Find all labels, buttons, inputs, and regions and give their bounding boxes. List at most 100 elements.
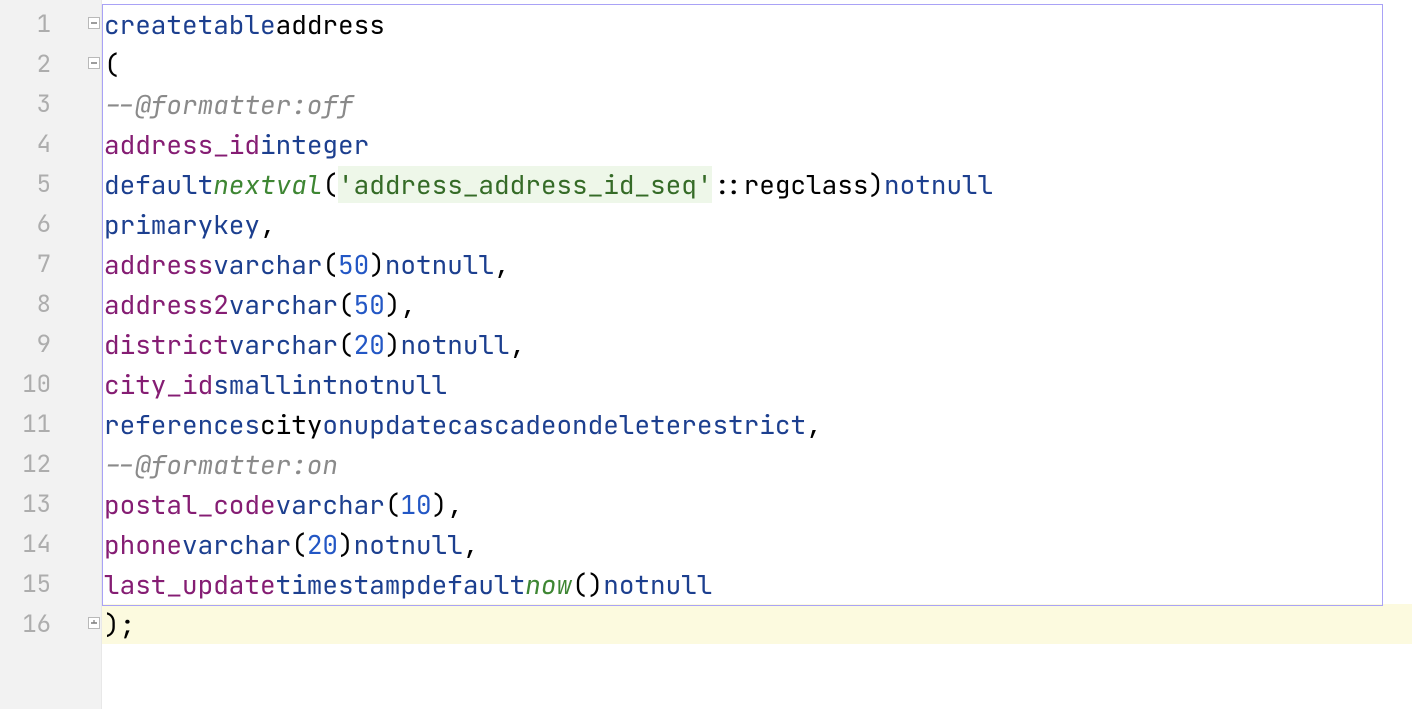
code-line[interactable]: last_update timestamp default now() not …: [102, 564, 1412, 604]
token-kw: null: [447, 327, 509, 362]
line-number: 7: [0, 244, 101, 284]
token-func: now: [525, 567, 572, 602]
token-col: district: [104, 327, 229, 362]
line-number: 16: [0, 604, 101, 644]
token-kw: varchar: [229, 287, 338, 322]
token-kw: delete: [588, 407, 682, 442]
line-number: 12: [0, 444, 101, 484]
line-number-gutter: 12345678910111213141516: [0, 0, 102, 709]
line-number: 1: [0, 4, 101, 44]
code-line[interactable]: address_id integer: [102, 124, 1412, 164]
code-line[interactable]: (: [102, 44, 1412, 84]
token-col: postal_code: [104, 487, 276, 522]
token-ident: address: [276, 7, 385, 42]
token-kw: primary: [104, 207, 213, 242]
token-kw: null: [400, 527, 462, 562]
line-number: 11: [0, 404, 101, 444]
token-kw: update: [354, 407, 448, 442]
token-punc: ): [369, 247, 385, 282]
code-line[interactable]: district varchar(20) not null,: [102, 324, 1412, 364]
token-col: last_update: [104, 567, 276, 602]
code-line[interactable]: create table address: [102, 4, 1412, 44]
fold-collapse-icon[interactable]: [88, 57, 102, 71]
token-punc: ,: [510, 327, 526, 362]
token-kw: references: [104, 407, 260, 442]
token-kw: null: [432, 247, 494, 282]
code-line[interactable]: references city on update cascade on del…: [102, 404, 1412, 444]
token-kw: integer: [260, 127, 369, 162]
line-number: 15: [0, 564, 101, 604]
token-col: address2: [104, 287, 229, 322]
token-kw: not: [884, 167, 931, 202]
code-line[interactable]: default nextval('address_address_id_seq'…: [102, 164, 1412, 204]
token-col: phone: [104, 527, 182, 562]
token-punc: (: [385, 487, 401, 522]
line-number: 5: [0, 164, 101, 204]
token-punc: ,: [260, 207, 276, 242]
line-number: 9: [0, 324, 101, 364]
token-kw: timestamp: [276, 567, 416, 602]
token-kw: not: [400, 327, 447, 362]
token-punc: ,: [463, 527, 479, 562]
token-punc: (: [338, 327, 354, 362]
token-kw: restrict: [681, 407, 806, 442]
token-kw: varchar: [276, 487, 385, 522]
token-func: nextval: [213, 167, 322, 202]
token-punc: ),: [385, 287, 416, 322]
token-num: 10: [400, 487, 431, 522]
line-number: 6: [0, 204, 101, 244]
line-number: 10: [0, 364, 101, 404]
token-kw: varchar: [182, 527, 291, 562]
line-number: 8: [0, 284, 101, 324]
token-punc: (: [104, 47, 120, 82]
token-punc: (: [322, 247, 338, 282]
token-kw: varchar: [213, 247, 322, 282]
token-kw: null: [650, 567, 712, 602]
token-punc: (: [322, 167, 338, 202]
code-line[interactable]: postal_code varchar(10),: [102, 484, 1412, 524]
token-punc: ): [338, 527, 354, 562]
code-line[interactable]: address varchar(50) not null,: [102, 244, 1412, 284]
code-line[interactable]: address2 varchar(50),: [102, 284, 1412, 324]
code-line[interactable]: city_id smallint not null: [102, 364, 1412, 404]
code-line[interactable]: primary key,: [102, 204, 1412, 244]
token-col: city_id: [104, 367, 213, 402]
code-area[interactable]: create table address(--@formatter:off ad…: [102, 0, 1412, 709]
fold-expand-icon[interactable]: [88, 617, 102, 631]
token-kw: default: [416, 567, 525, 602]
token-col: address: [104, 247, 213, 282]
token-num: 50: [354, 287, 385, 322]
token-kw: null: [385, 367, 447, 402]
token-num: 50: [338, 247, 369, 282]
token-punc: ::regclass): [712, 167, 884, 202]
code-editor[interactable]: 12345678910111213141516 create table add…: [0, 0, 1412, 709]
token-num: 20: [307, 527, 338, 562]
token-str: 'address_address_id_seq': [338, 166, 712, 203]
fold-collapse-icon[interactable]: [88, 17, 102, 31]
line-number: 13: [0, 484, 101, 524]
token-kw: not: [603, 567, 650, 602]
token-kw: not: [385, 247, 432, 282]
code-line[interactable]: --@formatter:on: [102, 444, 1412, 484]
token-punc: (): [572, 567, 603, 602]
token-punc: ,: [806, 407, 822, 442]
token-kw: cascade: [447, 407, 556, 442]
code-line[interactable]: phone varchar(20) not null,: [102, 524, 1412, 564]
token-punc: ,: [494, 247, 510, 282]
token-comm: --@formatter:on: [104, 447, 338, 482]
token-kw: create: [104, 7, 198, 42]
token-punc: (: [338, 287, 354, 322]
token-kw: not: [338, 367, 385, 402]
token-col: address_id: [104, 127, 260, 162]
token-punc: ): [385, 327, 401, 362]
token-kw: not: [354, 527, 401, 562]
code-line[interactable]: );: [102, 604, 1412, 644]
line-number: 14: [0, 524, 101, 564]
token-punc: ),: [432, 487, 463, 522]
token-kw: default: [104, 167, 213, 202]
code-line[interactable]: --@formatter:off: [102, 84, 1412, 124]
token-kw: on: [322, 407, 353, 442]
token-punc: );: [104, 607, 135, 642]
token-kw: smallint: [213, 367, 338, 402]
token-num: 20: [354, 327, 385, 362]
